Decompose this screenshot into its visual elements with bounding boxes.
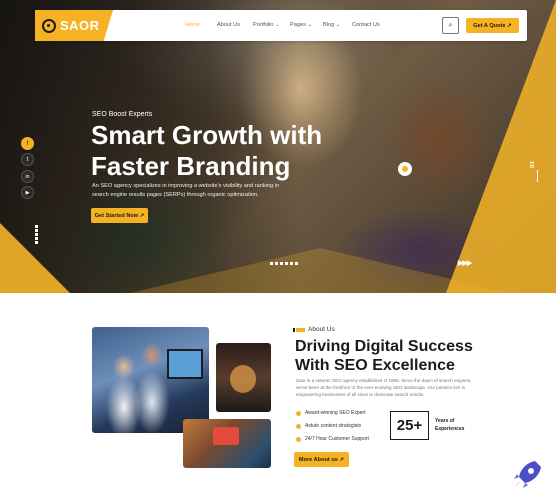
about-title: Driving Digital Success With SEO Excelle… — [295, 338, 473, 374]
hero-section: SEO Boost Experts Smart Growth with Fast… — [0, 0, 556, 293]
hero-title-line1: Smart Growth with — [91, 120, 323, 150]
get-started-button[interactable]: Get Started Now ↗ — [91, 208, 148, 223]
nav-portfolio-label: Portfolio — [253, 22, 274, 28]
logo[interactable]: SAOR — [35, 10, 113, 41]
more-about-button[interactable]: More About us ↗ — [294, 452, 349, 467]
search-icon: ⌕ — [448, 21, 453, 29]
about-image-meeting — [183, 419, 271, 468]
check-icon — [296, 436, 301, 442]
logo-text: SAOR — [60, 18, 100, 33]
slide-number: 03 — [530, 161, 536, 169]
chevron-down-icon: ⌄ — [307, 22, 313, 28]
grip-dots-icon — [35, 225, 43, 245]
feature-label: Award-winning SEO Expert — [305, 410, 366, 416]
hero-hotspot-button[interactable] — [398, 162, 412, 176]
hero-description: An SEO agency specializes in improving a… — [92, 183, 279, 198]
hero-title-line2: Faster Branding — [91, 151, 291, 181]
hero-pattern-dots — [270, 262, 298, 265]
feature-item: Award-winning SEO Expert — [296, 410, 366, 416]
section-tag-marker — [293, 328, 305, 332]
years-stat-label: Years of Experiences — [435, 418, 465, 432]
hero-title: Smart Growth with Faster Branding — [91, 120, 351, 182]
get-a-quote-button[interactable]: Get A Quote ↗ — [466, 18, 519, 33]
linkedin-icon[interactable]: in — [21, 170, 34, 183]
nav-portfolio[interactable]: Portfolio ⌄ — [253, 22, 280, 28]
feature-label: Astute content strategists — [305, 423, 362, 429]
feature-item: Astute content strategists — [296, 423, 361, 429]
about-image-presenter — [216, 343, 271, 412]
logo-icon — [42, 18, 56, 33]
hero-accent-shape-bottom — [130, 248, 510, 293]
years-stat-value: 25+ — [390, 411, 429, 440]
chevron-down-icon: ⌄ — [335, 22, 341, 28]
nav-pages-label: Pages — [290, 22, 306, 28]
about-image-team — [92, 327, 209, 433]
check-icon — [296, 410, 301, 416]
search-button[interactable]: ⌕ — [442, 17, 459, 34]
chevron-down-icon: ⌄ — [275, 22, 280, 28]
rocket-icon[interactable] — [511, 457, 545, 491]
facebook-icon[interactable]: f — [21, 137, 34, 150]
about-tag: About Us — [308, 326, 335, 333]
nav-blog[interactable]: Blog ⌄ — [323, 22, 340, 28]
twitter-icon[interactable]: t — [21, 153, 34, 166]
feature-label: 24/7 Hour Customer Support — [305, 436, 369, 442]
hero-eyebrow: SEO Boost Experts — [92, 111, 153, 118]
about-description: Saor is a veteran SEO agency established… — [296, 378, 472, 397]
nav-about[interactable]: About Us — [217, 22, 240, 28]
youtube-icon[interactable]: ▶ — [21, 186, 34, 199]
nav-pages[interactable]: Pages ⌄ — [290, 22, 312, 28]
navbar: SAOR Home About Us Portfolio ⌄ Pages ⌄ B… — [35, 10, 527, 41]
nav-blog-label: Blog — [323, 22, 335, 28]
slide-indicator-line — [537, 170, 538, 182]
nav-home[interactable]: Home — [185, 22, 200, 28]
feature-item: 24/7 Hour Customer Support — [296, 436, 369, 442]
nav-contact[interactable]: Contact Us — [352, 22, 380, 28]
chevrons-icon: ▶▶▶ — [458, 260, 472, 267]
check-icon — [296, 423, 301, 429]
